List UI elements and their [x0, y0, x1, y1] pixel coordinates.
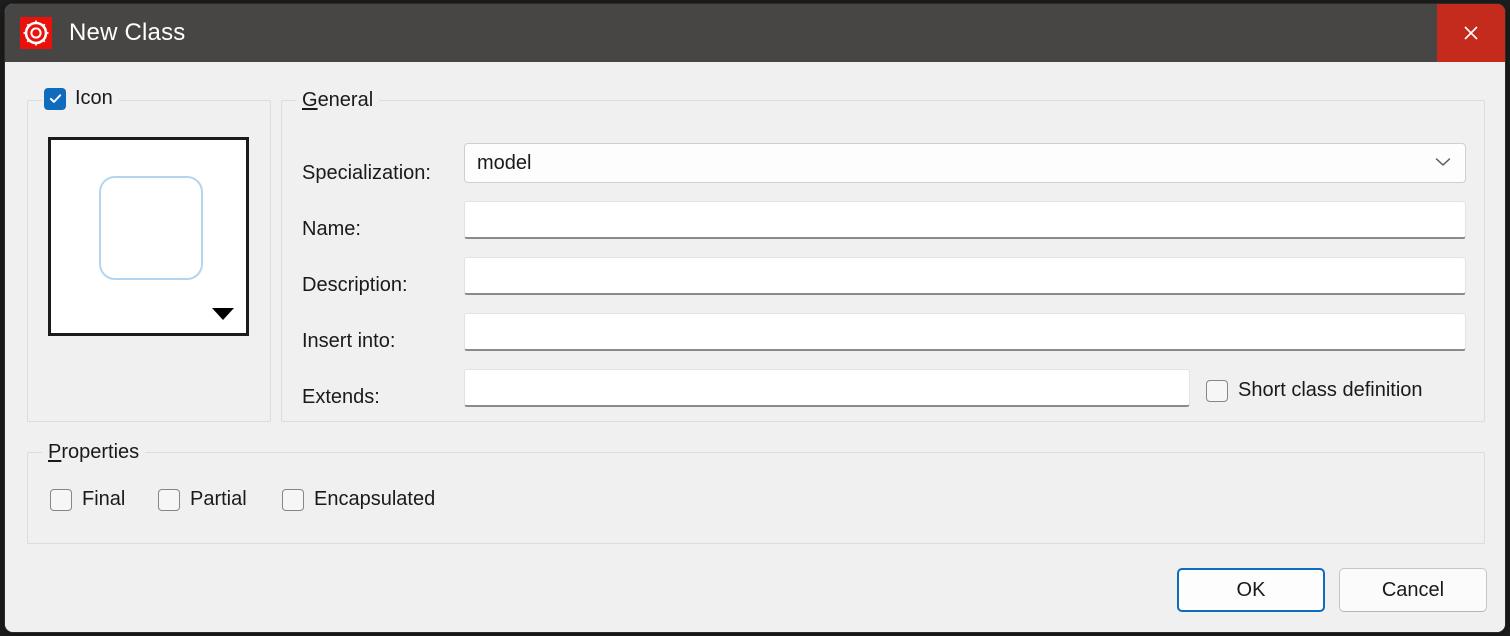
specialization-value: model [477, 151, 532, 174]
icon-checkbox[interactable] [44, 87, 66, 110]
properties-group-box: Properties Final Partial Encapsulated [27, 441, 1485, 544]
general-group-label: General [296, 89, 380, 112]
icon-group-header[interactable]: Icon [42, 87, 119, 110]
model-shape-icon [99, 176, 203, 280]
extends-input[interactable] [464, 369, 1190, 407]
cancel-button[interactable]: Cancel [1339, 568, 1487, 612]
properties-group-label: Properties [42, 441, 146, 464]
check-icon [49, 94, 61, 103]
property-encapsulated-row[interactable]: Encapsulated [282, 488, 435, 511]
description-label: Description: [302, 274, 408, 296]
ok-button[interactable]: OK [1177, 568, 1325, 612]
close-icon [1464, 26, 1478, 40]
insert-into-label: Insert into: [302, 330, 396, 352]
new-class-dialog: New Class Icon General Specialization: m… [4, 3, 1506, 633]
dialog-body: Icon General Specialization: model Name:… [5, 62, 1505, 632]
icon-group-box: Icon [27, 87, 271, 422]
short-class-definition-label: Short class definition [1238, 379, 1423, 401]
general-group-box: General Specialization: model Name: Desc… [281, 89, 1485, 422]
insert-into-input[interactable] [464, 313, 1466, 351]
partial-label: Partial [190, 488, 247, 510]
short-class-definition-checkbox[interactable] [1206, 379, 1228, 402]
short-class-definition-row[interactable]: Short class definition [1206, 379, 1423, 402]
name-input[interactable] [464, 201, 1466, 239]
openmodelica-logo-icon [20, 17, 52, 49]
final-label: Final [82, 488, 126, 510]
icon-preview-box[interactable] [48, 137, 249, 336]
final-checkbox[interactable] [50, 488, 72, 511]
title-bar: New Class [5, 4, 1505, 62]
icon-group-label: Icon [75, 87, 113, 109]
encapsulated-label: Encapsulated [314, 488, 436, 510]
encapsulated-checkbox[interactable] [282, 488, 304, 511]
description-input[interactable] [464, 257, 1466, 295]
property-partial-row[interactable]: Partial [158, 488, 247, 511]
specialization-combobox[interactable]: model [464, 143, 1466, 183]
specialization-label: Specialization: [302, 162, 431, 184]
close-button[interactable] [1437, 4, 1505, 62]
partial-checkbox[interactable] [158, 488, 180, 511]
extends-label: Extends: [302, 386, 380, 408]
property-final-row[interactable]: Final [50, 488, 125, 511]
chevron-down-icon [1435, 154, 1451, 172]
window-title: New Class [69, 19, 186, 46]
name-label: Name: [302, 218, 361, 240]
caret-down-icon[interactable] [212, 308, 234, 320]
